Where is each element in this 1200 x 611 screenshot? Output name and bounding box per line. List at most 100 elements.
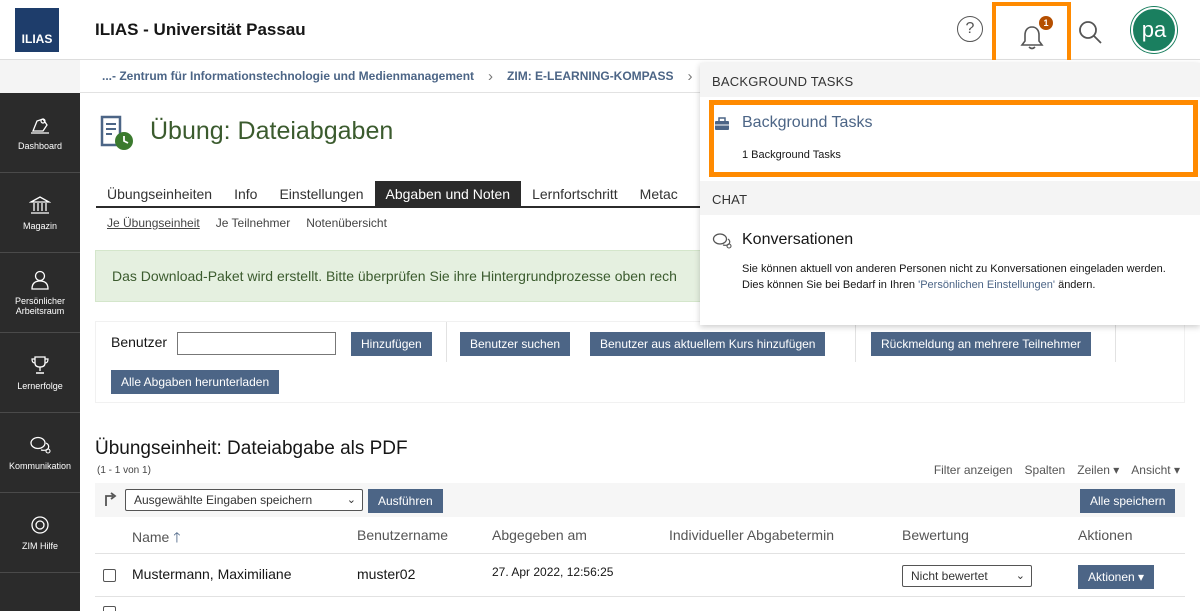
table-header: Name 🡑 Benutzername Abgegeben am Individ… — [95, 521, 1185, 554]
divider — [446, 322, 447, 362]
sidebar-item-dashboard[interactable]: Dashboard — [0, 93, 80, 173]
grade-select[interactable]: Nicht bewertet ⌄ — [902, 565, 1032, 587]
sidebar-item-label: Dashboard — [17, 140, 63, 151]
table-row: Mustermann, Maximiliane muster02 27. Apr… — [95, 555, 1185, 597]
sidebar-item-label: Magazin — [22, 220, 58, 231]
conversations-title[interactable]: Konversationen — [742, 231, 853, 249]
avatar[interactable]: pa — [1131, 7, 1177, 53]
help-icon[interactable]: ? — [957, 16, 983, 42]
tab-learning-progress[interactable]: Lernfortschritt — [521, 181, 629, 206]
chevron-down-icon: ⌄ — [1015, 570, 1025, 582]
col-submitted[interactable]: Abgegeben am — [492, 527, 587, 543]
tab-settings[interactable]: Einstellungen — [268, 181, 374, 206]
row-count: (1 - 1 von 1) — [97, 465, 151, 476]
cell-name: Mustermann, Maximiliane — [132, 566, 292, 582]
divider — [1115, 322, 1116, 362]
col-grade[interactable]: Bewertung — [902, 527, 969, 543]
subtabs: Je Übungseinheit Je Teilnehmer Notenüber… — [107, 216, 387, 230]
sidebar-item-label: ZIM Hilfe — [22, 540, 58, 551]
subtab-grade-overview[interactable]: Notenübersicht — [306, 216, 387, 230]
background-tasks-title[interactable]: Background Tasks — [742, 114, 872, 132]
breadcrumb-item[interactable]: ...- Zentrum für Informationstechnologie… — [102, 69, 474, 83]
sidebar-item-communication[interactable]: Kommunikation — [0, 413, 80, 493]
col-actions: Aktionen — [1078, 527, 1133, 543]
divider — [855, 322, 856, 362]
rows-dropdown[interactable]: Zeilen ▾ — [1077, 463, 1119, 477]
page-title: Übung: Dateiabgaben — [150, 117, 394, 145]
tab-info[interactable]: Info — [223, 181, 268, 206]
tab-metadata[interactable]: Metac — [629, 181, 689, 206]
bulk-action-bar: Ausgewählte Eingaben speichern ⌄ Ausführ… — [95, 483, 1185, 517]
search-users-button[interactable]: Benutzer suchen — [460, 332, 571, 356]
sort-up-icon: 🡑 — [173, 529, 181, 545]
tab-submissions-grades[interactable]: Abgaben und Noten — [374, 181, 522, 206]
feedback-button[interactable]: Rückmeldung an mehrere Teilnehmer — [871, 332, 1091, 356]
chevron-down-icon: ⌄ — [346, 494, 356, 506]
sidebar-item-label: Lernerfolge — [17, 380, 63, 391]
user-input[interactable] — [177, 332, 336, 355]
row-checkbox[interactable] — [103, 569, 116, 582]
bulk-action-select[interactable]: Ausgewählte Eingaben speichern ⌄ — [125, 489, 363, 511]
actions-button[interactable]: Aktionen ▾ — [1078, 565, 1155, 589]
bulk-action-value: Ausgewählte Eingaben speichern — [134, 493, 313, 507]
col-name[interactable]: Name 🡑 — [132, 527, 181, 551]
help-glyph: ? — [965, 20, 975, 37]
tab-exercise-units[interactable]: Übungseinheiten — [96, 181, 223, 206]
table-title: Übungseinheit: Dateiabgabe als PDF — [95, 438, 408, 459]
background-tasks-header: BACKGROUND TASKS — [700, 63, 1200, 97]
col-username[interactable]: Benutzername — [357, 527, 448, 543]
col-name-label: Name — [132, 529, 170, 545]
sidebar-item-zim-help[interactable]: ZIM Hilfe — [0, 493, 80, 573]
library-icon — [29, 195, 51, 214]
corner-arrow-icon — [105, 492, 117, 506]
app-title: ILIAS - Universität Passau — [95, 20, 306, 39]
chat-header: CHAT — [700, 181, 1200, 215]
header: ILIAS ILIAS - Universität Passau ? 1 pa — [0, 0, 1200, 70]
cell-submitted: 27. Apr 2022, 12:56:25 — [492, 565, 614, 579]
dashboard-icon — [31, 117, 49, 134]
add-button[interactable]: Hinzufügen — [351, 332, 432, 356]
sidebar-item-personal-workspace[interactable]: Persönlicher Arbeitsraum — [0, 253, 80, 333]
execute-button[interactable]: Ausführen — [368, 489, 443, 513]
view-dropdown[interactable]: Ansicht ▾ — [1131, 463, 1180, 477]
add-from-course-button[interactable]: Benutzer aus aktuellem Kurs hinzufügen — [590, 332, 826, 356]
col-deadline[interactable]: Individueller Abgabetermin — [669, 527, 834, 543]
tabs: Übungseinheiten Info Einstellungen Abgab… — [96, 181, 706, 208]
ilias-logo[interactable]: ILIAS — [15, 8, 59, 52]
bell-icon — [1019, 26, 1044, 50]
table-controls: Filter anzeigen Spalten Zeilen ▾ Ansicht… — [934, 463, 1180, 477]
exercise-icon — [100, 115, 133, 150]
row-checkbox[interactable] — [103, 606, 116, 611]
conversations-text-2: ändern. — [1055, 279, 1096, 291]
subtab-per-participant[interactable]: Je Teilnehmer — [216, 216, 290, 230]
sidebar-item-label: Kommunikation — [8, 460, 72, 471]
user-label: Benutzer — [111, 334, 168, 350]
download-all-button[interactable]: Alle Abgaben herunterladen — [111, 370, 280, 394]
briefcase-icon — [715, 117, 729, 130]
background-tasks-count: 1 Background Tasks — [742, 149, 841, 161]
filter-link[interactable]: Filter anzeigen — [934, 463, 1013, 477]
sidebar-item-magazin[interactable]: Magazin — [0, 173, 80, 253]
sidebar-item-label: Persönlicher Arbeitsraum — [14, 295, 66, 316]
save-all-button[interactable]: Alle speichern — [1080, 489, 1176, 513]
chevron-right-icon: › — [488, 67, 494, 85]
logo-text: ILIAS — [21, 32, 53, 46]
sidebar: Dashboard Magazin Persönlicher Arbeitsra… — [0, 93, 80, 611]
columns-link[interactable]: Spalten — [1025, 463, 1066, 477]
personal-settings-link[interactable]: 'Persönlichen Einstellungen' — [918, 279, 1055, 291]
lifebuoy-icon — [31, 515, 49, 534]
sidebar-item-achievements[interactable]: Lernerfolge — [0, 333, 80, 413]
chat-icon — [712, 233, 732, 249]
chat-icon — [30, 436, 51, 454]
chevron-right-icon: › — [687, 67, 693, 85]
grade-value: Nicht bewertet — [911, 569, 988, 583]
breadcrumb-item[interactable]: ZIM: E-LEARNING-KOMPASS — [507, 69, 673, 83]
notification-panel: BACKGROUND TASKS Background Tasks 1 Back… — [700, 63, 1200, 325]
cell-username: muster02 — [357, 566, 416, 582]
trophy-icon — [31, 355, 49, 374]
search-icon[interactable] — [1076, 18, 1104, 46]
user-icon — [31, 270, 49, 290]
background-tasks-item[interactable]: Background Tasks 1 Background Tasks — [709, 100, 1198, 177]
subtab-per-unit[interactable]: Je Übungseinheit — [107, 216, 200, 230]
conversations-text: Sie können aktuell von anderen Personen … — [742, 261, 1182, 293]
